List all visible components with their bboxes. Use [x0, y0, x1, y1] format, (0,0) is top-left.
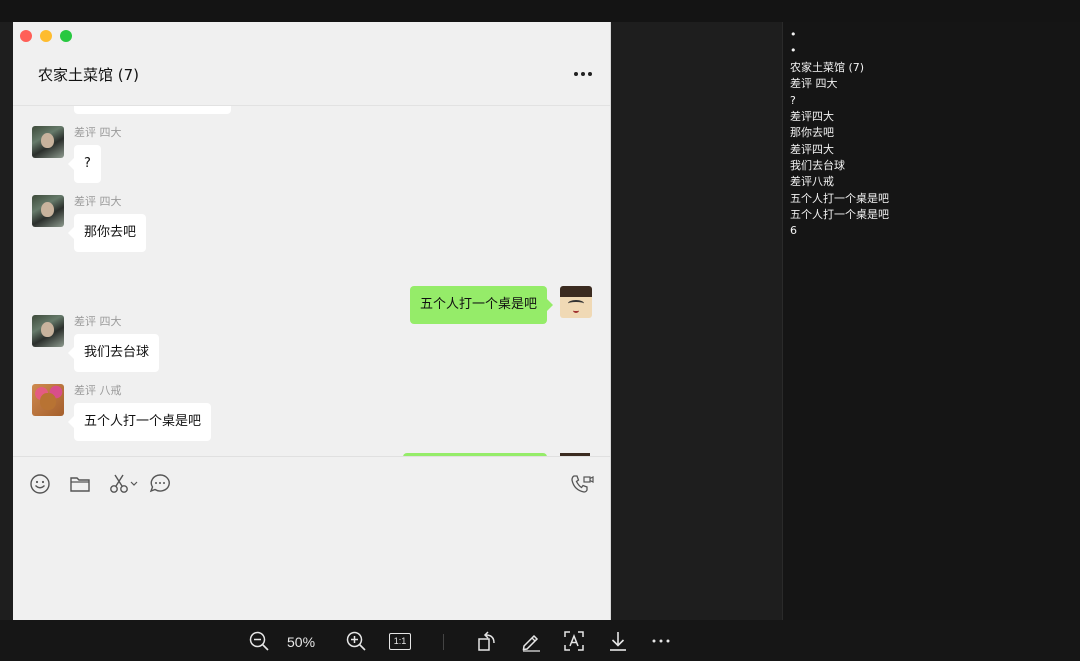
avatar[interactable]	[560, 286, 592, 318]
message-input-area[interactable]	[13, 456, 610, 620]
sender-name: 差评 八戒	[74, 384, 122, 397]
viewer-toolbar: 50% 1:1	[0, 620, 1080, 661]
message-bubble[interactable]: ?	[68, 145, 101, 183]
text-line[interactable]: 五个人打一个桌是吧	[790, 207, 889, 223]
edit-pen-icon[interactable]	[519, 629, 543, 653]
text-line[interactable]: 农家土菜馆 (7)	[790, 60, 864, 76]
voice-video-call-icon[interactable]	[570, 472, 594, 496]
download-icon[interactable]	[606, 629, 630, 653]
sender-name: 差评 四大	[74, 315, 122, 328]
message-list[interactable]: 差评 四大 ? 差评 四大 那你去吧 五个人打一个桌是吧 差评 四大 我们去台球	[13, 106, 610, 456]
avatar[interactable]	[32, 195, 64, 227]
avatar[interactable]	[32, 384, 64, 416]
text-line[interactable]: 6	[790, 223, 797, 239]
text-line[interactable]: 差评四大	[790, 109, 834, 125]
image-viewer: 农家土菜馆 (7) 差评 四大 ? 差评 四大 那你去吧 五个人打一个桌是吧 差…	[0, 0, 1080, 661]
folder-icon[interactable]	[69, 472, 91, 496]
text-line[interactable]: •	[790, 43, 797, 59]
chat-title: 农家土菜馆 (7)	[38, 66, 140, 84]
text-line[interactable]: 五个人打一个桌是吧	[790, 191, 889, 207]
chat-more-button[interactable]	[569, 62, 597, 86]
text-line[interactable]: 我们去台球	[790, 158, 845, 174]
chat-window: 农家土菜馆 (7) 差评 四大 ? 差评 四大 那你去吧 五个人打一个桌是吧 差…	[13, 22, 611, 620]
emoji-icon[interactable]	[29, 472, 51, 496]
text-line[interactable]: 差评四大	[790, 142, 834, 158]
message-bubble[interactable]: 我们去台球	[67, 334, 160, 372]
recognized-text-panel: • • 农家土菜馆 (7) 差评 四大 ? 差评四大 那你去吧 差评四大 我们去…	[782, 22, 1080, 620]
partial-message-bubble	[74, 106, 231, 114]
chat-header: 农家土菜馆 (7)	[13, 50, 610, 106]
actual-size-label: 1:1	[389, 632, 411, 650]
close-window-button[interactable]	[20, 30, 32, 42]
text-line[interactable]: ?	[790, 93, 796, 109]
message-bubble[interactable]: 那你去吧	[67, 214, 147, 252]
sender-name: 差评 四大	[74, 195, 122, 208]
zoom-out-icon[interactable]	[247, 629, 271, 653]
more-icon[interactable]	[649, 629, 673, 653]
actual-size-icon[interactable]: 1:1	[388, 629, 412, 653]
rotate-icon[interactable]	[475, 629, 499, 653]
toolbar-divider	[443, 634, 444, 650]
text-line[interactable]: •	[790, 27, 797, 43]
text-line[interactable]: 差评八戒	[790, 174, 834, 190]
zoom-in-icon[interactable]	[344, 629, 368, 653]
text-line[interactable]: 差评 四大	[790, 76, 838, 92]
viewer-top-strip	[0, 0, 1080, 22]
message-bubble[interactable]: 五个人打一个桌是吧	[67, 403, 212, 441]
scissors-icon[interactable]	[109, 472, 141, 496]
avatar[interactable]	[32, 315, 64, 347]
zoom-level: 50%	[287, 634, 316, 650]
avatar[interactable]	[32, 126, 64, 158]
sender-name: 差评 四大	[74, 126, 122, 139]
minimize-window-button[interactable]	[40, 30, 52, 42]
text-line[interactable]: 那你去吧	[790, 125, 834, 141]
chat-history-icon[interactable]	[149, 472, 171, 496]
text-recognition-icon[interactable]	[562, 629, 586, 653]
message-bubble[interactable]: 五个人打一个桌是吧	[409, 286, 554, 324]
maximize-window-button[interactable]	[60, 30, 72, 42]
